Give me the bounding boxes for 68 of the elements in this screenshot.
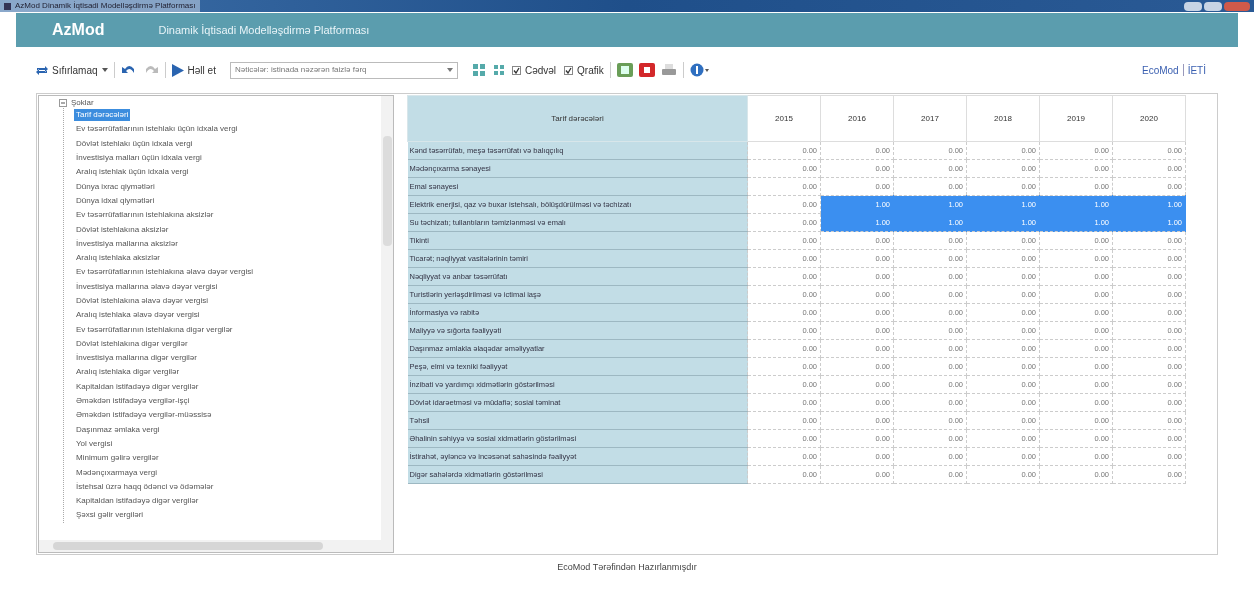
tree-item[interactable]: Ev təsərrüfatlarının istehlakına aksizlər: [74, 209, 216, 222]
expand-grid-icon[interactable]: [471, 63, 486, 77]
checkbox-label[interactable]: Qrafik: [577, 62, 604, 78]
results-dropdown[interactable]: Nəticələr: istinada nəzərən faizlə fərq: [229, 61, 458, 79]
column-header: 2016: [820, 95, 894, 142]
window-title: AzMod Dinamik İqtisadi Modelləşdirmə Platforması: [15, 0, 196, 12]
tree-item[interactable]: Ev təsərrüfatlarının istehlakına digər vergilər: [74, 323, 235, 336]
tree-item[interactable]: Daşınmaz əmlaka vergi: [74, 423, 162, 436]
minimize-button[interactable]: [1184, 1, 1202, 11]
maximize-button[interactable]: [1204, 1, 1222, 11]
tree-item[interactable]: Dövlət istehlakına digər vergilər: [74, 337, 190, 350]
column-header: 2015: [747, 95, 821, 142]
tree-item[interactable]: İnvestisiya mallarına aksizlər: [74, 237, 180, 250]
column-header: 2018: [966, 95, 1040, 142]
tree-item[interactable]: Aralıq istehlaka digər vergilər: [74, 366, 182, 379]
tree-item[interactable]: Aralıq istehlaka əlavə dəyər vergisi: [74, 309, 202, 322]
tree-item[interactable]: Dünya ixrac qiymətləri: [74, 180, 157, 193]
print-icon[interactable]: [660, 63, 677, 77]
tree-item[interactable]: Şəxsi gəlir vergiləri: [74, 509, 146, 522]
tree-item[interactable]: Aralıq istehlaka aksizlər: [74, 252, 163, 265]
tree-item[interactable]: Dünya idxal qiymətləri: [74, 194, 157, 207]
help-icon[interactable]: [689, 63, 710, 77]
swap-icon: [36, 64, 48, 76]
play-icon: [171, 63, 184, 77]
reset-button[interactable]: Sıfırlamaq: [36, 62, 108, 78]
tree-item[interactable]: İnvestisiya malları üçün idxala vergi: [74, 152, 204, 165]
column-header: Tarif dərəcələri: [407, 95, 748, 142]
tree-item[interactable]: Əməkdən istifadəyə vergilər-işçi: [74, 395, 192, 408]
solve-button[interactable]: Həll et: [171, 62, 216, 78]
checkbox[interactable]: [564, 65, 574, 75]
tree-item[interactable]: Dövlət istehlakı üçün idxala vergi: [74, 137, 195, 150]
collapse-grid-icon[interactable]: [491, 63, 506, 77]
app-subtitle: Dinamik İqtisadi Modelləşdirmə Platforması: [158, 22, 370, 38]
tree-item[interactable]: Ev təsərrüfatlarının istehlakı üçün idxala vergi: [74, 123, 240, 136]
tree-item[interactable]: Əməkdən istifadəyə vergilər-müəssisə: [74, 409, 214, 422]
column-header: 2020: [1112, 95, 1186, 142]
tree-item[interactable]: Ev təsərrüfatlarının istehlakına əlavə dəyər vergisi: [74, 266, 255, 279]
app-icon: [4, 2, 11, 10]
tree-node[interactable]: Şoklar: [71, 96, 94, 109]
header-link[interactable]: EcoMod: [1141, 62, 1179, 78]
tree-item[interactable]: İstehsal üzrə haqq ödənci və ödəmələr: [74, 480, 216, 493]
spreadsheet-icon[interactable]: [616, 63, 633, 77]
caret-icon: [101, 68, 108, 72]
scroll-thumb[interactable]: [382, 136, 392, 246]
tree-item[interactable]: Dövlət istehlakına aksizlər: [74, 223, 171, 236]
checkbox[interactable]: [511, 65, 521, 75]
scroll-thumb[interactable]: [53, 542, 323, 550]
tree-item[interactable]: İnvestisiya mallarına digər vergilər: [74, 352, 199, 365]
tree-item[interactable]: Dövlət istehlakına əlavə dəyər vergisi: [74, 295, 211, 307]
vertical-scrollbar[interactable]: [381, 96, 393, 540]
column-header: 2019: [1039, 95, 1113, 142]
header-link[interactable]: İETİ: [1187, 62, 1206, 78]
tree-item[interactable]: Mədənçıxarmaya vergi: [74, 466, 159, 479]
checkbox-label[interactable]: Cədvəl: [524, 62, 557, 78]
app-logo: AzMod: [52, 20, 105, 40]
footer-text: EcoMod Tərəfindən Hazırlanmışdır: [557, 561, 697, 574]
horizontal-scrollbar[interactable]: [39, 540, 393, 552]
tree-item[interactable]: Yol vergisi: [74, 437, 115, 450]
tree-item[interactable]: Tarif dərəcələri: [74, 109, 131, 122]
tree-item[interactable]: İnvestisiya mallarına əlavə dəyər vergisi: [74, 280, 220, 293]
document-icon[interactable]: [638, 63, 655, 77]
tree-item[interactable]: Kapitaldan istifadəyə digər vergilər: [74, 495, 201, 508]
tree-item[interactable]: Aralıq istehlak üçün idxala vergi: [74, 166, 191, 179]
collapse-toggle-icon[interactable]: [59, 98, 67, 107]
column-header: 2017: [893, 95, 967, 142]
tree-item[interactable]: Minimum gəlirə vergilər: [74, 452, 161, 465]
tree-item[interactable]: Kapitaldan istifadəyə digər vergilər: [74, 380, 201, 393]
caret-icon: [446, 68, 453, 72]
